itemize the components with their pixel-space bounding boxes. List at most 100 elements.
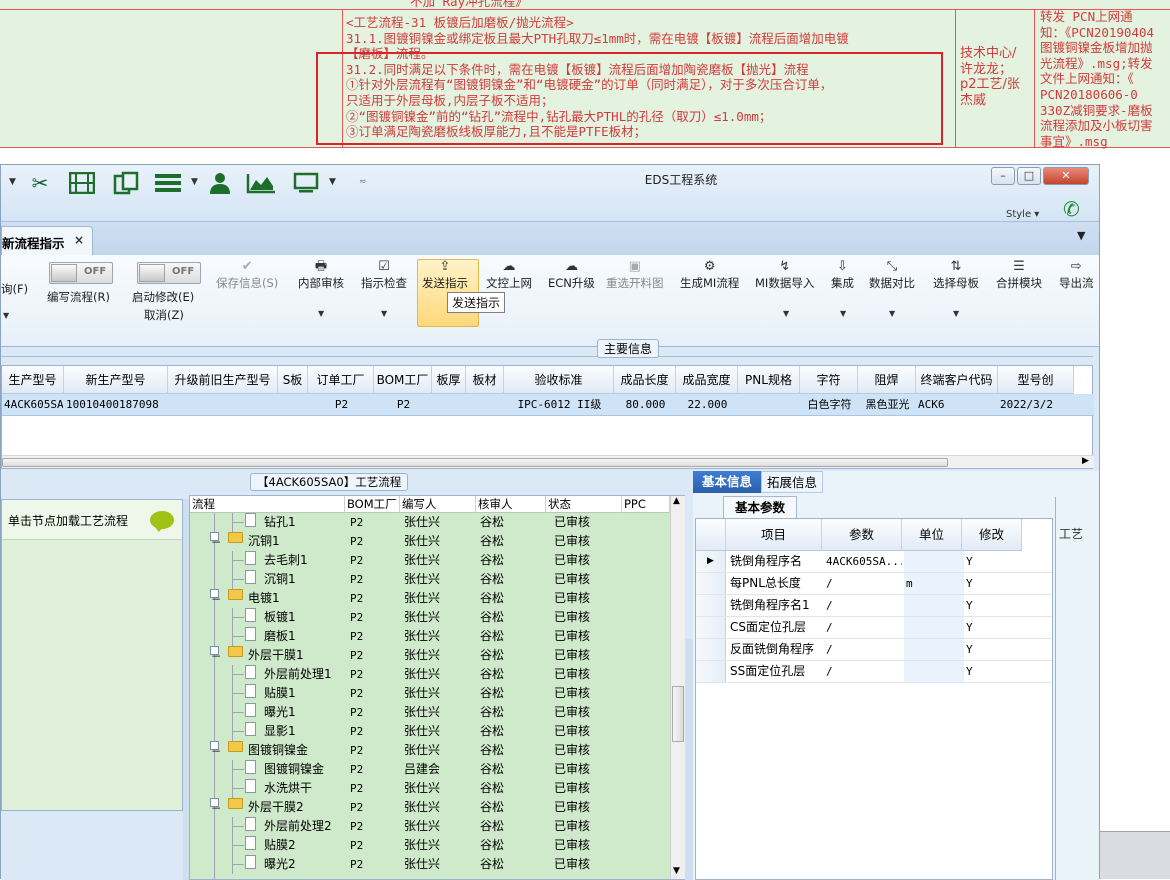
tab-close-icon[interactable]: ×	[74, 233, 84, 247]
list-item[interactable]: − 电镀1 P2 张仕兴 谷松 已审核	[190, 589, 668, 608]
close-button[interactable]: ✕	[1043, 167, 1089, 185]
start-modify-toggle[interactable]: OFF	[137, 262, 201, 284]
list-item[interactable]: 钻孔1 P2 张仕兴 谷松 已审核	[190, 513, 668, 532]
table-row[interactable]: ▶ 铣倒角程序名 4ACK605SA... Y	[696, 551, 1052, 573]
start-modify-button[interactable]: 启动修改(E)	[132, 289, 194, 305]
list-item[interactable]: 磨板1 P2 张仕兴 谷松 已审核	[190, 627, 668, 646]
list-item[interactable]: 板镀1 P2 张仕兴 谷松 已审核	[190, 608, 668, 627]
column-header[interactable]: 字符	[800, 366, 858, 394]
column-header[interactable]: BOM工厂	[345, 496, 400, 513]
maximize-button[interactable]: □	[1017, 167, 1041, 185]
list-item[interactable]: 显影1 P2 张仕兴 谷松 已审核	[190, 722, 668, 741]
area-chart-icon[interactable]	[245, 171, 277, 195]
column-header[interactable]: 阻焊	[858, 366, 916, 394]
param-value[interactable]: /	[826, 573, 902, 594]
column-header[interactable]: 核审人	[476, 496, 546, 513]
internal-review-button[interactable]: 🖶 内部审核	[298, 259, 344, 291]
mi-data-import-button[interactable]: ↯ MI数据导入	[755, 259, 814, 291]
list-item[interactable]: 水洗烘干 P2 张仕兴 谷松 已审核	[190, 779, 668, 798]
file-control-upload-button[interactable]: ☁ 文控上网	[486, 259, 532, 291]
column-header[interactable]: 型号创	[998, 366, 1074, 394]
film-icon[interactable]	[67, 171, 97, 195]
vertical-scrollbar[interactable]: ▲ ▼	[670, 496, 685, 879]
column-header[interactable]: 修改	[962, 519, 1022, 551]
tab-extended-info[interactable]: 拓展信息	[761, 471, 823, 493]
column-header[interactable]: S板	[278, 366, 308, 394]
select-mother-board-button[interactable]: ⇅ 选择母板	[933, 259, 979, 291]
node-panel-header[interactable]: 单击节点加载工艺流程	[2, 500, 182, 540]
qa-dropdown-icon-2[interactable]: ▼	[191, 177, 198, 187]
column-header[interactable]: 验收标准	[504, 366, 614, 394]
column-header[interactable]: 参数	[822, 519, 902, 551]
qa-customize-icon[interactable]: ≂	[359, 177, 367, 187]
minimize-button[interactable]: –	[991, 167, 1015, 185]
param-value[interactable]: /	[826, 595, 902, 616]
monitor-icon[interactable]	[291, 171, 321, 195]
scrollbar-thumb[interactable]	[672, 686, 684, 742]
column-header[interactable]: 终端客户代码	[916, 366, 998, 394]
collapse-toggle-icon[interactable]: −	[210, 741, 221, 758]
scrollbar-thumb[interactable]	[2, 458, 948, 467]
param-unit[interactable]	[904, 617, 964, 638]
param-unit[interactable]: m	[904, 573, 964, 594]
phone-icon[interactable]: ✆	[1063, 197, 1080, 221]
list-item[interactable]: 曝光1 P2 张仕兴 谷松 已审核	[190, 703, 668, 722]
param-unit[interactable]	[904, 639, 964, 660]
table-row[interactable]: SS面定位孔层 / Y	[696, 661, 1052, 683]
column-header[interactable]: 板厚	[432, 366, 466, 394]
column-header[interactable]: PNL规格	[738, 366, 800, 394]
tab-basic-params[interactable]: 基本参数	[723, 496, 797, 518]
list-item[interactable]: − 外层干膜2 P2 张仕兴 谷松 已审核	[190, 798, 668, 817]
data-compare-button[interactable]: ⤡ 数据对比	[869, 259, 915, 291]
collapse-toggle-icon[interactable]: −	[210, 532, 221, 549]
cancel-button[interactable]: 取消(Z)	[144, 307, 184, 323]
param-value[interactable]: /	[826, 661, 902, 682]
list-icon[interactable]	[153, 171, 183, 195]
table-row[interactable]: 铣倒角程序名1 / Y	[696, 595, 1052, 617]
style-menu[interactable]: Style ▾	[1006, 209, 1039, 220]
param-value[interactable]: 4ACK605SA...	[826, 551, 902, 572]
scroll-down-arrow-icon[interactable]: ▼	[673, 866, 680, 876]
param-value[interactable]: /	[826, 617, 902, 638]
column-header[interactable]: 成品长度	[614, 366, 676, 394]
column-header[interactable]: 生产型号	[2, 366, 64, 394]
integrate-button[interactable]: ⇩ 集成	[831, 259, 854, 291]
column-header[interactable]: 板材	[466, 366, 504, 394]
list-item[interactable]: 图镀铜镍金 P2 吕建会 谷松 已审核	[190, 760, 668, 779]
column-header[interactable]: 单位	[902, 519, 962, 551]
list-item[interactable]: − 图镀铜镍金 P2 张仕兴 谷松 已审核	[190, 741, 668, 760]
column-header[interactable]: 状态	[546, 496, 622, 513]
column-header[interactable]: 编写人	[400, 496, 476, 513]
column-header[interactable]: 流程	[190, 496, 345, 513]
save-info-button[interactable]: ✔ 保存信息(S)	[216, 259, 278, 291]
list-item[interactable]: 外层前处理2 P2 张仕兴 谷松 已审核	[190, 817, 668, 836]
instruction-check-button[interactable]: ☑ 指示检查	[361, 259, 407, 291]
qa-dropdown-icon-3[interactable]: ▼	[329, 177, 336, 187]
edit-flow-toggle[interactable]: OFF	[49, 262, 113, 284]
scroll-up-arrow-icon[interactable]: ▲	[673, 496, 680, 506]
collapse-toggle-icon[interactable]: −	[210, 589, 221, 606]
user-icon[interactable]	[207, 171, 233, 195]
list-item[interactable]: 去毛刺1 P2 张仕兴 谷松 已审核	[190, 551, 668, 570]
column-header[interactable]: 成品宽度	[676, 366, 738, 394]
param-unit[interactable]	[904, 595, 964, 616]
export-flow-button[interactable]: ⇨ 导出流	[1059, 259, 1094, 291]
column-header[interactable]: 升级前旧生产型号	[168, 366, 278, 394]
edit-flow-button[interactable]: 编写流程(R)	[47, 289, 110, 305]
list-item[interactable]: 沉铜1 P2 张仕兴 谷松 已审核	[190, 570, 668, 589]
panel-splitter-2[interactable]	[685, 639, 693, 880]
list-item[interactable]: 贴膜2 P2 张仕兴 谷松 已审核	[190, 836, 668, 855]
tab-basic-info[interactable]: 基本信息	[693, 471, 761, 493]
column-header[interactable]: PPC	[622, 496, 670, 513]
collapse-toggle-icon[interactable]: −	[210, 646, 221, 663]
qa-dropdown-icon[interactable]: ▼	[9, 177, 16, 187]
side-panel-tab[interactable]: 工艺	[1059, 525, 1083, 542]
tab-list-dropdown-icon[interactable]: ▼	[1077, 229, 1085, 242]
list-item[interactable]: − 外层干膜1 P2 张仕兴 谷松 已审核	[190, 646, 668, 665]
column-header[interactable]: 项目	[726, 519, 822, 551]
generate-mi-flow-button[interactable]: ⚙ 生成MI流程	[680, 259, 739, 291]
scissors-icon[interactable]: ✂	[27, 171, 53, 195]
column-header[interactable]: BOM工厂	[374, 366, 432, 394]
table-row[interactable]: 反面铣倒角程序 / Y	[696, 639, 1052, 661]
table-row[interactable]: CS面定位孔层 / Y	[696, 617, 1052, 639]
